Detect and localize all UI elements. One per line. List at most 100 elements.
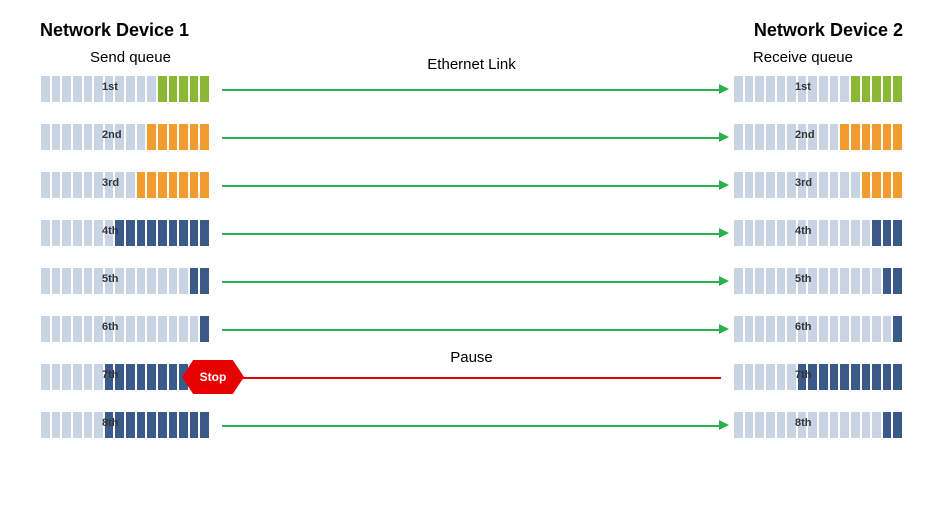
queue-cell [40, 123, 51, 151]
queue-cell [871, 363, 882, 391]
queue-cell [829, 219, 840, 247]
queue-cell [178, 315, 189, 343]
queue-cell [178, 219, 189, 247]
queue-cell [114, 363, 125, 391]
queue-cell [114, 411, 125, 439]
queue-cell [861, 123, 872, 151]
queue-cell [189, 75, 200, 103]
queue-cell [807, 171, 818, 199]
queue-cell [797, 411, 808, 439]
queue-cell [786, 315, 797, 343]
queue-cell [93, 219, 104, 247]
queue-cell [168, 411, 179, 439]
queue-cell [797, 75, 808, 103]
queue-row: 4th4th [40, 216, 903, 250]
queue-cell [765, 267, 776, 295]
queue-cell [83, 123, 94, 151]
queue-cell [189, 315, 200, 343]
queue-cell [125, 315, 136, 343]
queue-cell [861, 75, 872, 103]
queue-cell [786, 219, 797, 247]
arrow-left [222, 377, 721, 379]
queue-cell [892, 315, 903, 343]
receive-queue: 3rd [733, 171, 903, 199]
queue-row: 8th8th [40, 408, 903, 442]
queue-cell [146, 411, 157, 439]
arrow-head-right-icon [719, 180, 729, 190]
queue-cell [850, 411, 861, 439]
queue-cell [189, 219, 200, 247]
queue-cell [850, 219, 861, 247]
queue-cell [83, 315, 94, 343]
queue-cell [157, 267, 168, 295]
arrow-head-right-icon [719, 324, 729, 334]
queue-cell [818, 315, 829, 343]
queue-cell [850, 75, 861, 103]
pause-label: Pause [450, 349, 493, 366]
queue-row: 2nd2nd [40, 120, 903, 154]
queue-cell [733, 363, 744, 391]
queue-cell [892, 411, 903, 439]
queue-cell [114, 315, 125, 343]
queue-cell [861, 267, 872, 295]
queue-cell [104, 267, 115, 295]
queue-cell [168, 219, 179, 247]
queue-cell [797, 363, 808, 391]
queue-cell [199, 171, 210, 199]
receive-queue: 4th [733, 219, 903, 247]
queue-cell [744, 267, 755, 295]
queue-cell [136, 171, 147, 199]
queue-cell [807, 411, 818, 439]
queue-cell [157, 363, 168, 391]
queue-cell [882, 315, 893, 343]
queue-cell [871, 315, 882, 343]
queue-cell [754, 411, 765, 439]
queue-cell [744, 315, 755, 343]
queue-cell [125, 411, 136, 439]
receive-queue: 2nd [733, 123, 903, 151]
queue-cell [157, 315, 168, 343]
queue-cell [178, 123, 189, 151]
queue-cell [882, 363, 893, 391]
queue-cell [839, 315, 850, 343]
queue-cell [125, 123, 136, 151]
queue-cell [829, 363, 840, 391]
queue-row: 1st1st [40, 72, 903, 106]
queue-cell [754, 171, 765, 199]
send-queue: 1st [40, 75, 210, 103]
queue-cell [61, 315, 72, 343]
queue-cell [136, 411, 147, 439]
queue-cell [807, 363, 818, 391]
queue-cell [829, 123, 840, 151]
queue-cell [72, 267, 83, 295]
queue-cell [146, 363, 157, 391]
queue-cell [114, 75, 125, 103]
queue-cell [744, 75, 755, 103]
arrow-head-right-icon [719, 276, 729, 286]
queue-cell [861, 411, 872, 439]
queue-cell [114, 267, 125, 295]
queue-cell [72, 363, 83, 391]
queue-cell [72, 315, 83, 343]
device1-title: Network Device 1 [40, 20, 189, 41]
queue-cell [51, 171, 62, 199]
queue-cell [765, 219, 776, 247]
queue-cell [51, 75, 62, 103]
queue-cell [861, 171, 872, 199]
queue-cell [146, 315, 157, 343]
queue-cell [125, 75, 136, 103]
queue-cell [882, 123, 893, 151]
queue-cell [61, 123, 72, 151]
queue-cell [850, 267, 861, 295]
queue-cell [136, 267, 147, 295]
queue-cell [733, 267, 744, 295]
queue-cell [72, 123, 83, 151]
queue-cell [882, 267, 893, 295]
queue-cell [776, 315, 787, 343]
queue-cell [199, 315, 210, 343]
arrow-head-right-icon [719, 132, 729, 142]
queue-cell [776, 219, 787, 247]
queue-cell [786, 363, 797, 391]
queue-cell [807, 123, 818, 151]
queue-cell [786, 75, 797, 103]
